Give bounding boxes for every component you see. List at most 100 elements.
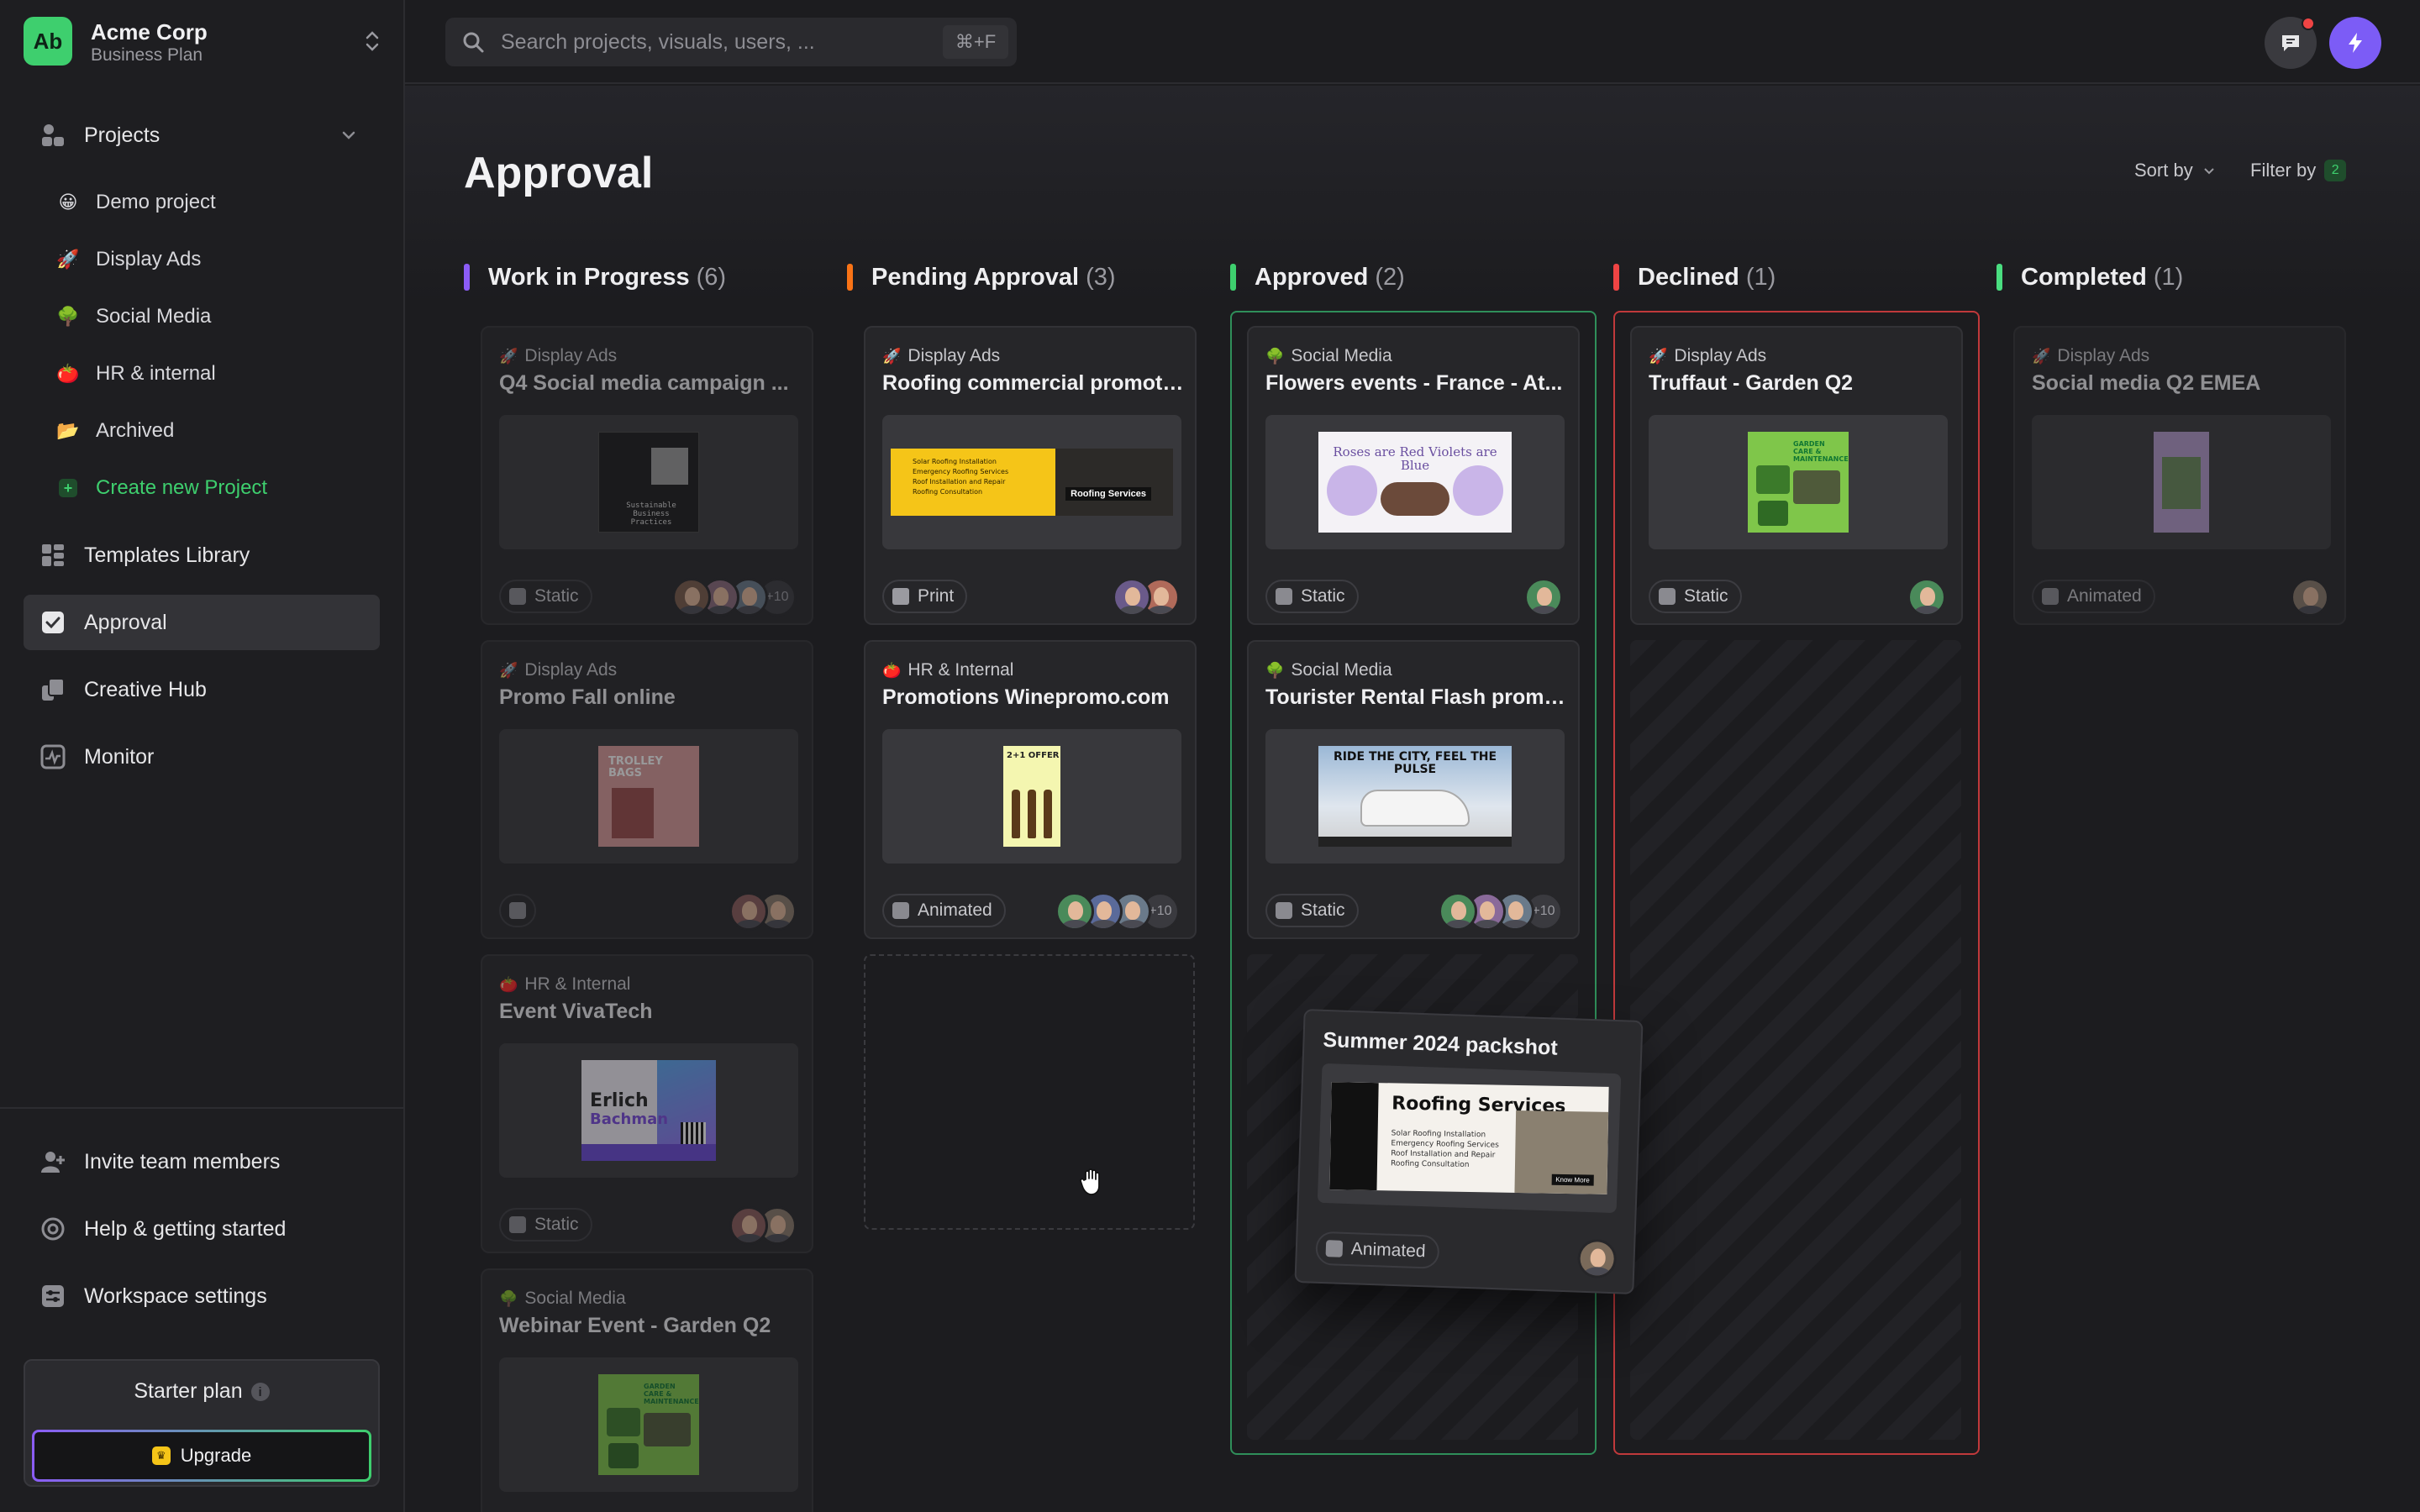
card-type-label: Static xyxy=(534,586,579,606)
approval-card[interactable]: 🌳 Social Media Flowers events - France - … xyxy=(1247,326,1580,625)
thumbnail-image: Sustainable Business Practices xyxy=(598,432,699,533)
sidebar-item-label: Archived xyxy=(96,419,175,442)
card-thumbnail: RIDE THE CITY, FEEL THE PULSE xyxy=(1265,729,1565,864)
card-type-badge: Static xyxy=(1265,894,1359,927)
card-thumbnail xyxy=(2032,415,2331,549)
upgrade-label: Upgrade xyxy=(180,1445,252,1466)
nav-approval[interactable]: Approval xyxy=(24,595,380,650)
filter-label: Filter by xyxy=(2250,160,2317,181)
card-type-label: Animated xyxy=(2067,586,2142,606)
create-project-button[interactable]: + Create new Project xyxy=(55,465,267,512)
monitor-icon xyxy=(39,743,67,771)
avatar-group[interactable] xyxy=(729,1206,797,1245)
workspace-switcher[interactable]: Ab Acme Corp Business Plan xyxy=(24,17,385,67)
approval-card[interactable]: 🚀 Display Ads Promo Fall online TROLLEY B… xyxy=(481,640,813,939)
notification-dot xyxy=(2302,17,2315,30)
sort-button[interactable]: Sort by xyxy=(2134,160,2218,181)
card-type-badge: Static xyxy=(499,1208,592,1242)
sidebar-item-hr-internal[interactable]: 🍅 HR & internal xyxy=(55,350,215,397)
avatar-group[interactable] xyxy=(1524,578,1563,617)
card-thumbnail: GARDEN CARE & MAINTENANCE xyxy=(1649,415,1948,549)
card-type-badge: Animated xyxy=(1315,1231,1440,1269)
thumbnail-image: Roses are Red Violets are Blue xyxy=(1318,432,1512,533)
dragging-card[interactable]: Summer 2024 packshot Roofing Services So… xyxy=(1294,1009,1644,1294)
sidebar-item-demo-project[interactable]: 😀 Demo project xyxy=(55,179,216,226)
thumbnail-caption: Solar Roofing Installation Emergency Roo… xyxy=(913,458,1009,496)
thumbnail-image: RIDE THE CITY, FEEL THE PULSE xyxy=(1318,746,1512,847)
invite-team-button[interactable]: Invite team members xyxy=(24,1134,380,1189)
card-thumbnail: Solar Roofing Installation Emergency Roo… xyxy=(882,415,1181,549)
column-color-bar xyxy=(1996,264,2002,291)
card-type-badge: Print xyxy=(882,580,968,613)
card-type-label: Animated xyxy=(918,900,992,920)
emoji-icon: 🚀 xyxy=(56,249,80,270)
quick-actions-button[interactable] xyxy=(2329,17,2381,69)
avatar-group[interactable] xyxy=(1113,578,1180,617)
card-title: Q4 Social media campaign ... xyxy=(499,371,789,395)
chevron-down-icon[interactable] xyxy=(339,126,358,144)
workspace-settings-button[interactable]: Workspace settings xyxy=(24,1268,380,1324)
sidebar-item-label: Demo project xyxy=(96,191,216,213)
nav-monitor-label: Monitor xyxy=(84,744,155,769)
settings-sliders-icon xyxy=(39,1282,67,1310)
settings-label: Workspace settings xyxy=(84,1284,267,1308)
sidebar-item-archived[interactable]: 📂 Archived xyxy=(55,407,174,454)
search-input[interactable] xyxy=(501,29,943,55)
avatar-group[interactable] xyxy=(1907,578,1946,617)
search-bar[interactable]: ⌘+F xyxy=(445,18,1017,66)
column-count: (2) xyxy=(1375,263,1405,291)
sidebar-item-label: Social Media xyxy=(96,305,212,328)
card-title: Summer 2024 packshot xyxy=(1323,1027,1559,1060)
nav-templates-label: Templates Library xyxy=(84,543,250,567)
card-tag-label: Social Media xyxy=(524,1289,626,1308)
project-emoji-icon: 🚀 xyxy=(499,347,518,365)
thumbnail-image: GARDEN CARE & MAINTENANCE xyxy=(598,1374,699,1475)
avatar xyxy=(2291,578,2329,617)
thumbnail-caption: RIDE THE CITY, FEEL THE PULSE xyxy=(1333,750,1497,776)
upgrade-button[interactable]: ♛ Upgrade xyxy=(32,1430,371,1482)
thumbnail-image xyxy=(2154,432,2209,533)
thumbnail-caption: Roofing Services xyxy=(1065,487,1151,501)
filter-button[interactable]: Filter by 2 xyxy=(2250,160,2347,181)
approval-card[interactable]: 🚀 Display Ads Social media Q2 EMEA Animat… xyxy=(2013,326,2346,625)
project-emoji-icon: 🚀 xyxy=(499,661,518,679)
emoji-icon: 🌳 xyxy=(56,306,80,327)
project-emoji-icon: 🍅 xyxy=(882,661,902,679)
approval-card[interactable]: 🚀 Display Ads Truffaut - Garden Q2 GARDEN… xyxy=(1630,326,1963,625)
approval-card[interactable]: 🍅 HR & Internal Promotions Winepromo.com … xyxy=(864,640,1197,939)
column-header-approved: Approved (2) xyxy=(1230,262,1405,292)
drop-placeholder[interactable] xyxy=(864,954,1195,1230)
nav-creative-hub[interactable]: Creative Hub xyxy=(24,662,380,717)
nav-projects[interactable]: Projects xyxy=(24,108,380,163)
approval-card[interactable]: 🌳 Social Media Webinar Event - Garden Q2 … xyxy=(481,1268,813,1512)
sidebar-item-display-ads[interactable]: 🚀 Display Ads xyxy=(55,236,201,283)
avatar-group[interactable]: +10 xyxy=(1055,892,1180,931)
thumbnail-image: Roofing Services Solar Roofing Installat… xyxy=(1329,1082,1609,1194)
avatar-group[interactable]: +10 xyxy=(672,578,797,617)
templates-icon xyxy=(39,541,67,570)
chevron-down-icon xyxy=(2203,168,2214,175)
avatar-group[interactable] xyxy=(2291,578,2329,617)
nav-projects-label: Projects xyxy=(84,123,160,147)
column-title: Approved xyxy=(1255,263,1369,291)
sidebar-item-social-media[interactable]: 🌳 Social Media xyxy=(55,293,211,340)
help-button[interactable]: Help & getting started xyxy=(24,1201,380,1257)
filter-count-badge: 2 xyxy=(2324,160,2347,181)
nav-templates-library[interactable]: Templates Library xyxy=(24,528,380,583)
approval-card[interactable]: 🍅 HR & Internal Event VivaTech Erlich Bach… xyxy=(481,954,813,1253)
info-icon[interactable]: i xyxy=(250,1383,270,1402)
thumbnail-caption: Erlich xyxy=(590,1090,649,1111)
project-emoji-icon: 🌳 xyxy=(499,1289,518,1307)
project-emoji-icon: 🚀 xyxy=(1649,347,1668,365)
nav-monitor[interactable]: Monitor xyxy=(24,729,380,785)
card-tag-label: HR & Internal xyxy=(524,974,631,994)
approval-card[interactable]: 🚀 Display Ads Q4 Social media campaign ..… xyxy=(481,326,813,625)
approval-card[interactable]: 🚀 Display Ads Roofing commercial promoti.… xyxy=(864,326,1197,625)
avatar-group[interactable] xyxy=(1576,1238,1618,1279)
approval-card[interactable]: 🌳 Social Media Tourister Rental Flash pro… xyxy=(1247,640,1580,939)
avatar-group[interactable] xyxy=(729,892,797,931)
messages-button[interactable] xyxy=(2265,17,2317,69)
card-title: Tourister Rental Flash promo... xyxy=(1265,685,1568,709)
avatar-group[interactable]: +10 xyxy=(1439,892,1563,931)
card-title: Roofing commercial promoti... xyxy=(882,371,1185,395)
